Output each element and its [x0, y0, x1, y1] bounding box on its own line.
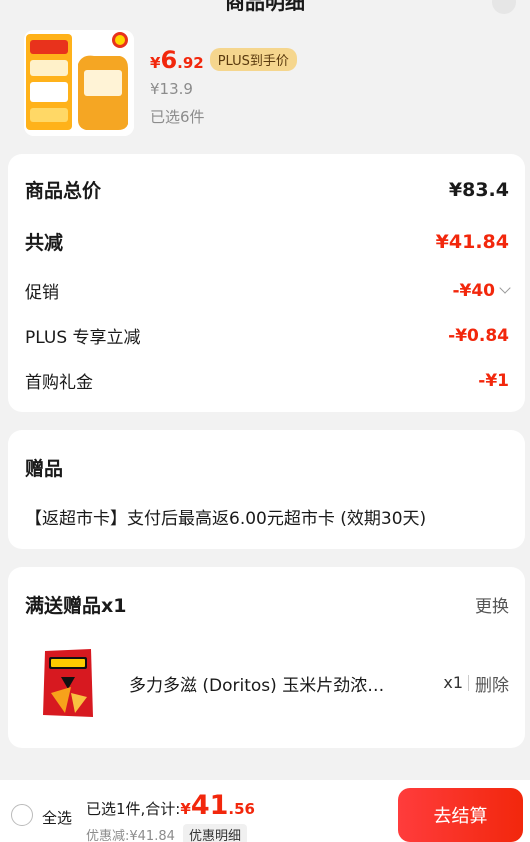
total-integer: 41	[190, 790, 229, 821]
checkout-button[interactable]: 去结算	[398, 788, 523, 842]
total-decimal: .56	[228, 800, 255, 818]
gift-item-name[interactable]: 多力多滋 (Doritos) 玉米片劲浓…	[129, 671, 411, 696]
select-all-radio[interactable]	[11, 804, 33, 826]
plus-price-tag: PLUS到手价	[209, 48, 297, 71]
price-integer: 6	[160, 46, 178, 74]
summary-text: 已选1件,合计:	[86, 800, 181, 818]
discount-line: 优惠减:¥41.84 优惠明细	[86, 824, 248, 842]
gift-title: 赠品	[25, 458, 64, 480]
first-purchase-row: 首购礼金 -¥1	[25, 368, 509, 394]
gift-description: 【返超市卡】支付后最高返6.00元超市卡 (效期30天)	[25, 509, 427, 529]
first-purchase-label: 首购礼金	[25, 373, 93, 393]
promo-row[interactable]: 促销 -¥40	[25, 278, 511, 303]
discount-text: 优惠减:¥41.84	[86, 829, 175, 842]
plus-label: PLUS 专享立减	[25, 328, 141, 348]
total-value: ¥83.4	[448, 178, 509, 201]
select-all-label[interactable]: 全选	[42, 807, 72, 828]
total-currency: ¥	[180, 800, 191, 818]
plus-value: -¥0.84	[448, 325, 509, 346]
change-gift-button[interactable]: 更换	[475, 592, 509, 617]
original-price: ¥13.9	[150, 80, 193, 98]
reduce-label: 共减	[25, 232, 64, 254]
total-label: 商品总价	[25, 180, 102, 202]
selected-count: 已选6件	[150, 108, 205, 126]
free-gift-card: 满送赠品x1 更换 多力多滋 (Doritos) 玉米片劲浓… x1 删除	[8, 567, 525, 748]
gift-product-image	[41, 647, 95, 719]
discount-detail-button[interactable]: 优惠明细	[183, 824, 248, 842]
plus-row: PLUS 专享立减 -¥0.84	[25, 323, 509, 349]
free-gift-item: 多力多滋 (Doritos) 玉米片劲浓… x1 删除	[25, 641, 509, 725]
gift-title-row: 赠品	[25, 454, 509, 481]
price-decimal: .92	[177, 54, 204, 72]
total-row: 商品总价 ¥83.4	[25, 176, 509, 203]
divider	[468, 675, 469, 691]
first-purchase-value: -¥1	[478, 370, 509, 391]
free-gift-title: 满送赠品x1	[25, 595, 127, 617]
promo-label: 促销	[25, 283, 59, 303]
free-gift-title-row: 满送赠品x1 更换	[25, 591, 509, 618]
product-summary: ¥ 6 .92 PLUS到手价 ¥13.9 已选6件	[0, 20, 530, 144]
reduce-value: ¥41.84	[435, 230, 509, 253]
delete-gift-button[interactable]: 删除	[475, 671, 509, 696]
total-summary: 已选1件,合计: ¥ 41 .56	[86, 790, 255, 821]
promo-value: -¥40	[452, 280, 495, 301]
reduce-row: 共减 ¥41.84	[25, 228, 509, 255]
gift-quantity: x1	[443, 673, 463, 692]
currency-symbol: ¥	[150, 54, 161, 72]
chevron-down-icon[interactable]	[499, 281, 511, 294]
page-title: 商品明细	[225, 0, 305, 14]
checkout-bar: 全选 已选1件,合计: ¥ 41 .56 优惠减:¥41.84 优惠明细 去结算	[0, 780, 530, 842]
price-summary-card: 商品总价 ¥83.4 共减 ¥41.84 促销 -¥40 PLUS 专享立减 -…	[8, 154, 525, 412]
product-image	[24, 30, 134, 136]
gift-card: 赠品 【返超市卡】支付后最高返6.00元超市卡 (效期30天)	[8, 430, 525, 549]
product-price: ¥ 6 .92 PLUS到手价	[150, 46, 297, 74]
